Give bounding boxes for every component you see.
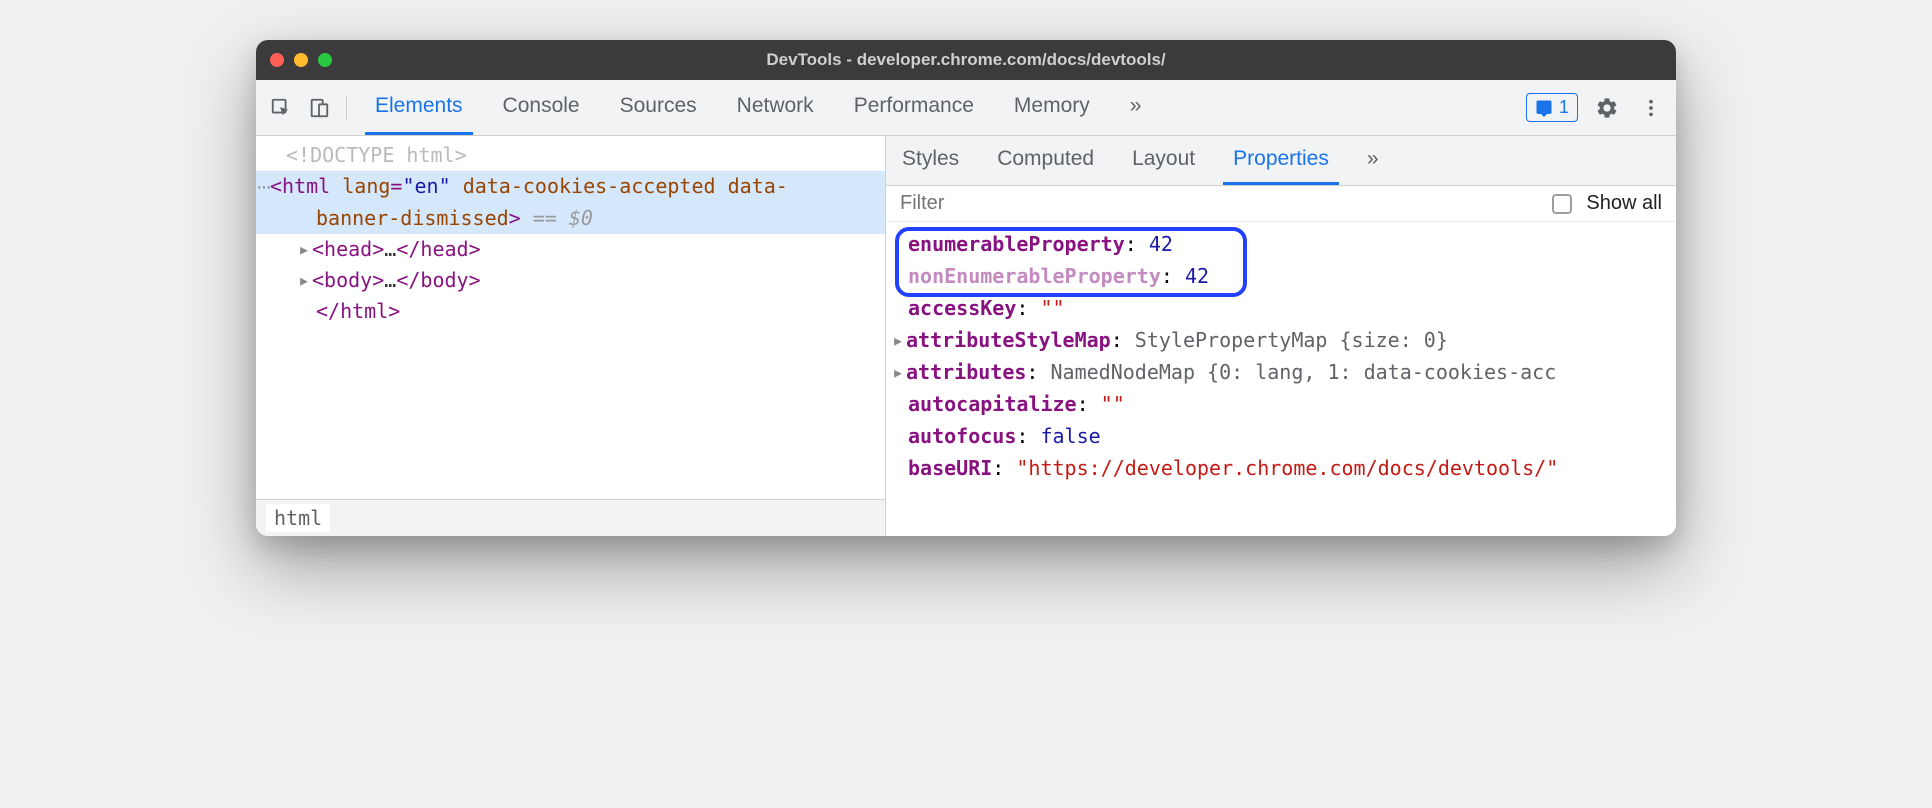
tab-performance[interactable]: Performance <box>844 80 984 135</box>
filter-row: Show all <box>886 186 1676 222</box>
property-value: "" <box>1101 392 1125 416</box>
tab-styles[interactable]: Styles <box>892 136 969 185</box>
property-row[interactable]: autofocus: false <box>886 420 1676 452</box>
devtools-window: DevTools - developer.chrome.com/docs/dev… <box>256 40 1676 536</box>
property-row[interactable]: nonEnumerableProperty: 42 <box>886 260 1676 292</box>
property-row[interactable]: autocapitalize: "" <box>886 388 1676 420</box>
main-toolbar: Elements Console Sources Network Perform… <box>256 80 1676 136</box>
property-row[interactable]: baseURI: "https://developer.chrome.com/d… <box>886 452 1676 484</box>
property-row[interactable]: ▸attributeStyleMap: StylePropertyMap {si… <box>886 324 1676 356</box>
main-tabs-overflow[interactable]: » <box>1120 80 1152 135</box>
property-value: 42 <box>1185 264 1209 288</box>
property-name: nonEnumerableProperty <box>908 264 1161 288</box>
properties-list[interactable]: enumerableProperty: 42nonEnumerablePrope… <box>886 222 1676 536</box>
tab-console[interactable]: Console <box>493 80 590 135</box>
more-icon[interactable] <box>1636 93 1666 123</box>
main-tabs: Elements Console Sources Network Perform… <box>365 80 1151 135</box>
dom-head[interactable]: ▸<head>…</head> <box>256 234 885 265</box>
property-name: baseURI <box>908 456 992 480</box>
property-name: accessKey <box>908 296 1016 320</box>
settings-icon[interactable] <box>1592 93 1622 123</box>
property-value: "https://developer.chrome.com/docs/devto… <box>1016 456 1558 480</box>
property-name: autofocus <box>908 424 1016 448</box>
tab-properties[interactable]: Properties <box>1223 136 1339 185</box>
device-toggle-icon[interactable] <box>304 93 334 123</box>
close-button[interactable] <box>270 53 284 67</box>
tab-memory[interactable]: Memory <box>1004 80 1100 135</box>
property-value: "" <box>1040 296 1064 320</box>
dom-html-close[interactable]: </html> <box>256 296 885 327</box>
property-row[interactable]: accessKey: "" <box>886 292 1676 324</box>
sidebar-panel: Styles Computed Layout Properties » Show… <box>886 136 1676 536</box>
tab-layout[interactable]: Layout <box>1122 136 1205 185</box>
sub-tabs-overflow[interactable]: » <box>1357 136 1389 185</box>
show-all-checkbox[interactable] <box>1552 194 1572 214</box>
tab-elements[interactable]: Elements <box>365 80 473 135</box>
toolbar-divider <box>346 95 347 121</box>
window-title: DevTools - developer.chrome.com/docs/dev… <box>270 50 1662 70</box>
minimize-button[interactable] <box>294 53 308 67</box>
issues-count: 1 <box>1559 97 1569 118</box>
issues-badge[interactable]: 1 <box>1526 93 1578 122</box>
property-name: enumerableProperty <box>908 232 1125 256</box>
breadcrumb[interactable]: html <box>256 499 885 536</box>
maximize-button[interactable] <box>318 53 332 67</box>
dom-body[interactable]: ▸<body>…</body> <box>256 265 885 296</box>
property-name: attributeStyleMap <box>906 328 1111 352</box>
property-value: 42 <box>1149 232 1173 256</box>
property-value: StylePropertyMap {size: 0} <box>1135 328 1448 352</box>
tab-network[interactable]: Network <box>727 80 824 135</box>
show-all-label: Show all <box>1586 192 1662 215</box>
property-name: autocapitalize <box>908 392 1077 416</box>
toolbar-right: 1 <box>1526 93 1666 123</box>
dom-html-open[interactable]: ···<html lang="en" data-cookies-accepted… <box>256 171 885 203</box>
property-value: false <box>1040 424 1100 448</box>
sub-tabs: Styles Computed Layout Properties » <box>886 136 1676 186</box>
dom-html-open-cont[interactable]: banner-dismissed> == $0 <box>256 203 885 234</box>
titlebar: DevTools - developer.chrome.com/docs/dev… <box>256 40 1676 80</box>
property-row[interactable]: enumerableProperty: 42 <box>886 228 1676 260</box>
property-value: NamedNodeMap {0: lang, 1: data-cookies-a… <box>1051 360 1557 384</box>
window-controls <box>270 53 332 67</box>
filter-input[interactable] <box>900 192 1538 215</box>
dom-doctype[interactable]: <!DOCTYPE html> <box>256 140 885 171</box>
inspect-icon[interactable] <box>266 93 296 123</box>
elements-panel: <!DOCTYPE html> ···<html lang="en" data-… <box>256 136 886 536</box>
tab-computed[interactable]: Computed <box>987 136 1104 185</box>
tab-sources[interactable]: Sources <box>610 80 707 135</box>
dom-tree[interactable]: <!DOCTYPE html> ···<html lang="en" data-… <box>256 136 885 499</box>
property-row[interactable]: ▸attributes: NamedNodeMap {0: lang, 1: d… <box>886 356 1676 388</box>
panels: <!DOCTYPE html> ···<html lang="en" data-… <box>256 136 1676 536</box>
property-name: attributes <box>906 360 1026 384</box>
issues-icon <box>1535 99 1553 117</box>
